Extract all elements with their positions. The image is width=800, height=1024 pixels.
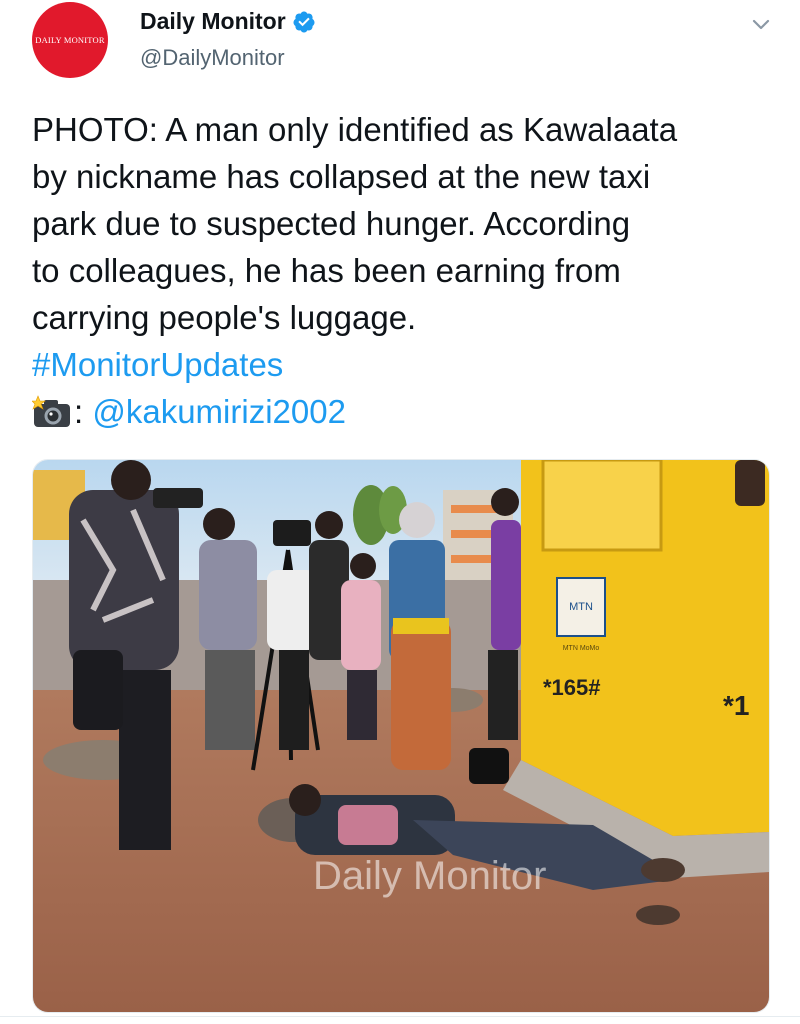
tweet-body: PHOTO: A man only identified as Kawalaat… <box>32 106 777 435</box>
mention-link[interactable]: @kakumirizi2002 <box>92 388 346 435</box>
tweet-text-line: by nickname has collapsed at the new tax… <box>32 158 651 195</box>
kiosk-ussd-code-partial: *1 <box>723 690 749 721</box>
photo-watermark: Daily Monitor <box>313 854 547 898</box>
camera-flash-icon <box>32 394 70 427</box>
chevron-down-icon[interactable] <box>748 14 774 36</box>
photo-credit: : @kakumirizi2002 <box>32 388 777 435</box>
tweet-text-line: carrying people's luggage. <box>32 299 417 336</box>
kiosk-small-text: MTN MoMo <box>563 645 600 652</box>
tweet-header: DAILY MONITOR Daily Monitor @DailyMonito… <box>0 0 800 100</box>
photo-scene: MTN MTN MoMo *165# *1 <box>33 460 769 1012</box>
author-handle[interactable]: @DailyMonitor <box>140 45 316 71</box>
display-name[interactable]: Daily Monitor <box>140 8 286 35</box>
divider <box>0 1016 800 1017</box>
avatar-logo-text: DAILY MONITOR <box>35 35 105 45</box>
tweet-photo[interactable]: MTN MTN MoMo *165# *1 Daily Monitor <box>32 459 770 1013</box>
tweet-text-line: to colleagues, he has been earning from <box>32 252 621 289</box>
tweet-text-line: park due to suspected hunger. According <box>32 205 631 242</box>
credit-separator: : <box>74 393 84 430</box>
tweet-text-line: PHOTO: A man only identified as Kawalaat… <box>32 111 678 148</box>
verified-badge-icon <box>293 11 315 32</box>
kiosk-logo-text: MTN <box>569 601 593 613</box>
display-name-row: Daily Monitor <box>140 8 316 35</box>
avatar[interactable]: DAILY MONITOR <box>32 2 108 78</box>
author-names: Daily Monitor @DailyMonitor <box>140 8 316 71</box>
kiosk-ussd-code: *165# <box>543 675 601 700</box>
hashtag-link[interactable]: #MonitorUpdates <box>32 346 283 383</box>
